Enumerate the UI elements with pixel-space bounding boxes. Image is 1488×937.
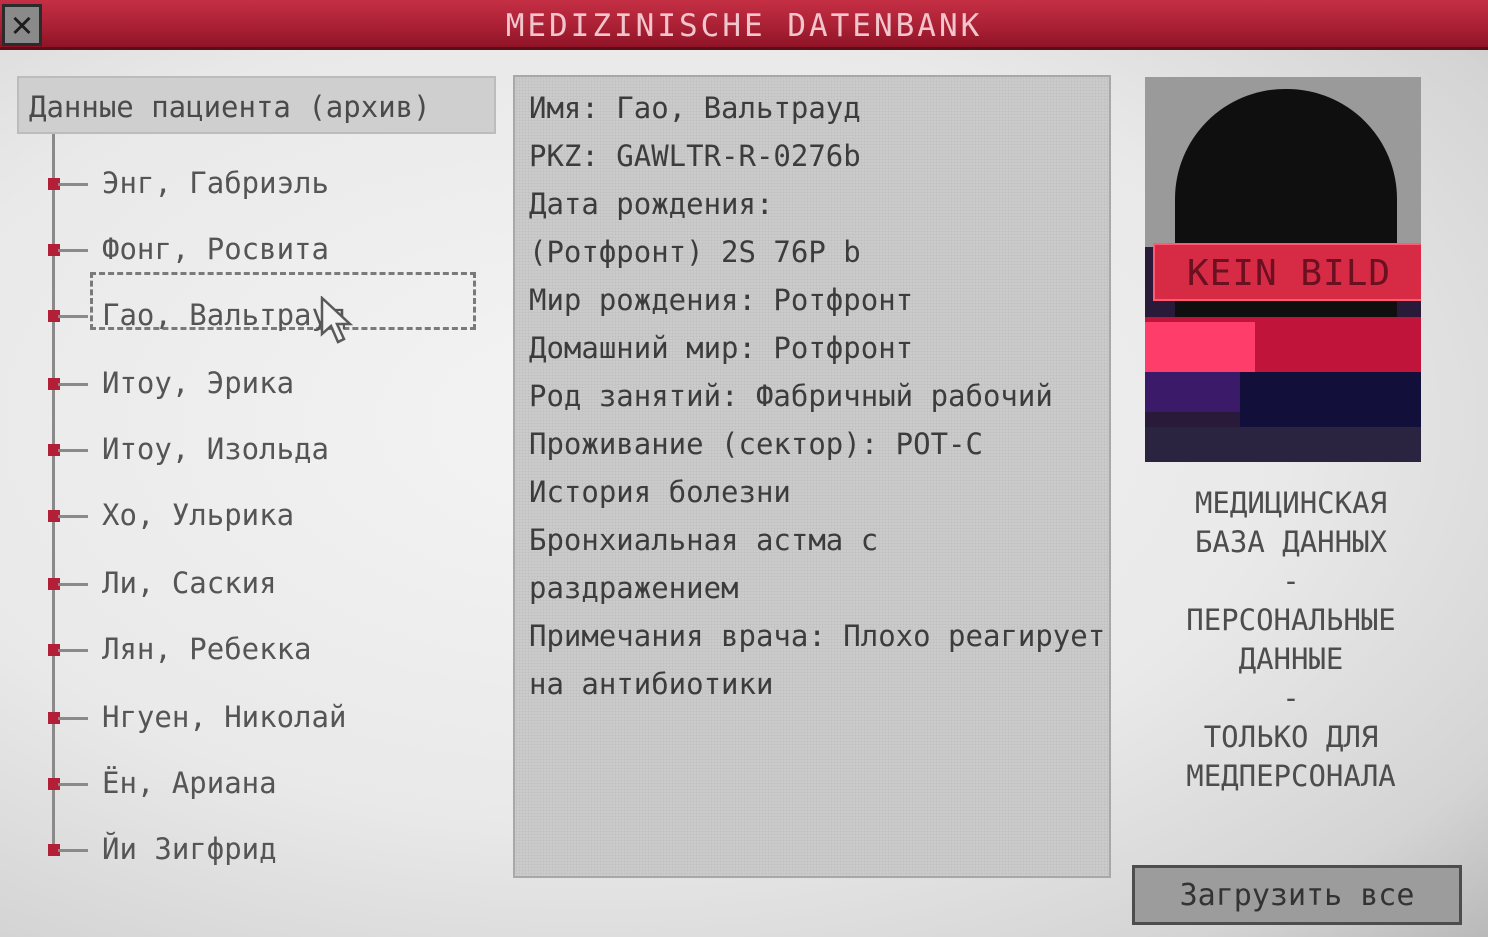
tree-branch [58, 183, 88, 186]
record-home-world: Домашний мир: Ротфронт [529, 331, 914, 365]
tree-branch [58, 249, 88, 252]
tree-branch [58, 717, 88, 720]
tree-branch [58, 649, 88, 652]
load-all-button[interactable]: Загрузить все [1132, 865, 1462, 925]
record-name: Имя: Гао, Вальтрауд [529, 91, 861, 125]
side-caption-line: МЕДИЦИНСКАЯ [1194, 486, 1388, 520]
side-caption-separator: - [1282, 681, 1300, 715]
window-title: MEDIZINISCHE DATENBANK [505, 8, 983, 44]
patient-name: Лян, Ребекка [102, 632, 312, 666]
tree-branch [58, 515, 88, 518]
tree-item-patient-selected[interactable]: Гао, Вальтрауд [46, 272, 486, 338]
glitch-block [1145, 427, 1421, 462]
patient-name: Нгуен, Николай [102, 700, 347, 734]
tree-branch [58, 583, 88, 586]
record-history-label: История болезни [529, 475, 791, 509]
patient-name: Йи Зигфрид [102, 832, 277, 866]
patient-name: Итоу, Изольда [102, 432, 329, 466]
record-history-line: Бронхиальная астма с [529, 523, 879, 557]
tree-item-patient[interactable]: Хо, Ульрика [46, 498, 486, 538]
glitch-block [1145, 372, 1245, 412]
tree-item-patient[interactable]: Итоу, Изольда [46, 432, 486, 472]
patient-name: Ён, Ариана [102, 766, 277, 800]
side-caption-line: ПЕРСОНАЛЬНЫЕ [1186, 603, 1396, 637]
record-notes-line: Примечания врача: Плохо реагирует [529, 619, 1106, 653]
record-birth-world: Мир рождения: Ротфронт [529, 283, 914, 317]
tree-branch [58, 449, 88, 452]
record-residence: Проживание (сектор): РОТ-С [529, 427, 983, 461]
tree-branch [58, 315, 88, 318]
tree-item-patient[interactable]: Энг, Габриэль [46, 166, 486, 206]
side-caption-separator: - [1282, 564, 1300, 598]
patient-name: Итоу, Эрика [102, 366, 295, 400]
titlebar: ✕ MEDIZINISCHE DATENBANK [0, 0, 1488, 50]
side-caption-line: МЕДПЕРСОНАЛА [1186, 759, 1396, 793]
tree-branch [58, 783, 88, 786]
side-caption-line: ДАННЫЕ [1238, 642, 1344, 676]
tree-item-patient[interactable]: Фонг, Росвита [46, 232, 486, 272]
patient-name: Хо, Ульрика [102, 498, 295, 532]
mouse-cursor-icon [320, 296, 354, 344]
patient-name: Энг, Габриэль [102, 166, 329, 200]
tree-header[interactable]: Данные пациента (архив) [17, 76, 496, 134]
glitch-block [1145, 322, 1255, 372]
patient-name: Гао, Вальтрауд [102, 298, 347, 332]
record-occupation: Род занятий: Фабричный рабочий [529, 379, 1053, 413]
tree-branch [58, 849, 88, 852]
patient-name: Ли, Саския [102, 566, 277, 600]
side-caption-line: ТОЛЬКО ДЛЯ [1203, 720, 1379, 754]
patient-record-panel: Имя: Гао, Вальтрауд PKZ: GAWLTR-R-0276b … [513, 75, 1111, 878]
side-caption-line: БАЗА ДАННЫХ [1194, 525, 1388, 559]
no-image-label: KEIN BILD [1187, 253, 1392, 294]
tree-item-patient[interactable]: Лян, Ребекка [46, 632, 486, 672]
tree-item-patient[interactable]: Ли, Саския [46, 566, 486, 606]
tree-item-patient[interactable]: Итоу, Эрика [46, 366, 486, 406]
record-notes-line: на антибиотики [529, 667, 774, 701]
silhouette-head [1175, 89, 1397, 339]
medical-database-window: ✕ MEDIZINISCHE DATENBANK Данные пациента… [0, 0, 1488, 937]
tree-branch [58, 383, 88, 386]
record-history-line: раздражением [529, 571, 739, 605]
tree-item-patient[interactable]: Ён, Ариана [46, 766, 486, 806]
record-birth-date-label: Дата рождения: [529, 187, 774, 221]
record-pkz: PKZ: GAWLTR-R-0276b [529, 139, 861, 173]
tree-item-patient[interactable]: Нгуен, Николай [46, 700, 486, 740]
patient-name: Фонг, Росвита [102, 232, 329, 266]
record-birth-date-value: (Ротфронт) 2S 76P b [529, 235, 861, 269]
patient-photo: KEIN BILD [1145, 77, 1421, 462]
tree-item-patient[interactable]: Йи Зигфрид [46, 832, 486, 872]
